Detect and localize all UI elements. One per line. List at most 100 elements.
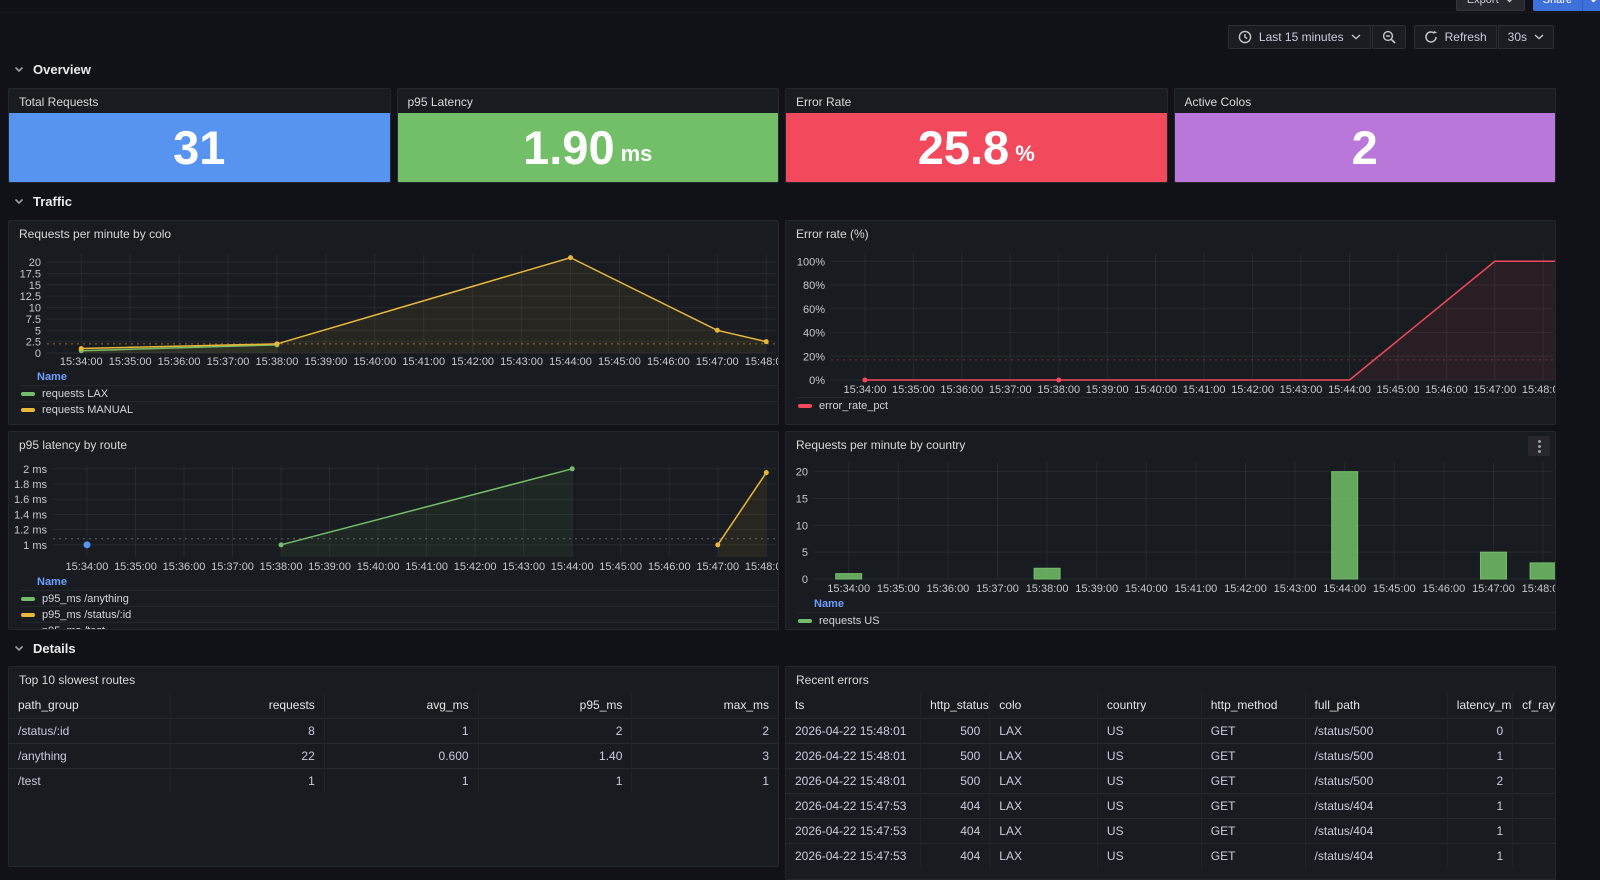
- chevron-down-icon: [1351, 34, 1361, 40]
- legend-name-header[interactable]: Name: [21, 574, 778, 590]
- legend-item[interactable]: requests LAX: [21, 385, 778, 401]
- svg-text:15:43:00: 15:43:00: [1280, 384, 1323, 396]
- column-header[interactable]: requests: [170, 693, 324, 718]
- chart-legend: error_rate_pct: [786, 397, 1555, 413]
- column-header[interactable]: p95_ms: [478, 693, 632, 718]
- column-header[interactable]: avg_ms: [324, 693, 478, 718]
- section-header-traffic[interactable]: Traffic: [14, 194, 72, 209]
- column-header[interactable]: path_group: [9, 693, 170, 718]
- legend-swatch: [798, 404, 812, 408]
- svg-text:15:48:00: 15:48:00: [745, 356, 778, 368]
- column-header[interactable]: http_status: [921, 693, 990, 718]
- error-rate-chart[interactable]: 15:34:0015:35:0015:36:0015:37:0015:38:00…: [786, 245, 1555, 397]
- section-header-details[interactable]: Details: [14, 641, 76, 656]
- svg-text:15:39:00: 15:39:00: [1086, 384, 1129, 396]
- clock-icon: [1238, 30, 1252, 44]
- svg-text:15: 15: [796, 493, 808, 505]
- table-row: /test1111: [9, 768, 778, 793]
- panel-title: p95 latency by route: [9, 432, 778, 456]
- chevron-down-icon: [1534, 34, 1544, 40]
- panel-title: Top 10 slowest routes: [9, 667, 778, 691]
- svg-text:15:45:00: 15:45:00: [599, 561, 642, 573]
- table-cell: [1513, 768, 1555, 793]
- requests-by-country-chart[interactable]: 15:34:0015:35:0015:36:0015:37:0015:38:00…: [786, 456, 1555, 596]
- share-dropdown-button[interactable]: [1582, 0, 1600, 11]
- legend-item[interactable]: requests MANUAL: [21, 401, 778, 417]
- p95-latency-chart[interactable]: 15:34:0015:35:0015:36:0015:37:0015:38:00…: [9, 456, 778, 574]
- table-cell: /test: [9, 768, 170, 793]
- legend-item[interactable]: requests US: [798, 612, 1555, 628]
- panel-title: Recent errors: [786, 667, 1555, 691]
- svg-text:15:48:00: 15:48:00: [1522, 384, 1555, 396]
- legend-item[interactable]: p95_ms /status/:id: [21, 606, 778, 622]
- svg-text:60%: 60%: [803, 304, 825, 316]
- refresh-interval-label: 30s: [1508, 30, 1527, 44]
- chart-legend: Namep95_ms /anythingp95_ms /status/:idp9…: [9, 574, 778, 630]
- panel-menu-kebab-icon[interactable]: [1528, 436, 1550, 456]
- table-cell: 2: [632, 718, 778, 743]
- column-header[interactable]: full_path: [1305, 693, 1447, 718]
- table-cell: /status/404: [1305, 793, 1447, 818]
- column-header[interactable]: cf_ray: [1513, 693, 1555, 718]
- stat-panel-active-colos: Active Colos 2: [1174, 88, 1557, 183]
- svg-text:15:46:00: 15:46:00: [647, 356, 690, 368]
- stat-panel-p95-latency: p95 Latency 1.90 ms: [397, 88, 780, 183]
- column-header[interactable]: ts: [786, 693, 921, 718]
- panel-recent-errors: Recent errors tshttp_statuscolocountryht…: [785, 666, 1556, 880]
- data-table: tshttp_statuscolocountryhttp_methodfull_…: [786, 693, 1555, 868]
- panel-error-rate: Error rate (%) 15:34:0015:35:0015:36:001…: [785, 220, 1556, 425]
- table-cell: 2026-04-22 15:48:01: [786, 768, 921, 793]
- zoom-out-time-button[interactable]: [1372, 25, 1406, 49]
- share-button[interactable]: Share: [1533, 0, 1582, 11]
- export-button[interactable]: Export: [1456, 0, 1525, 11]
- svg-text:0%: 0%: [809, 375, 825, 387]
- table-cell: 8: [170, 718, 324, 743]
- svg-text:15:41:00: 15:41:00: [402, 356, 445, 368]
- panel-requests-per-minute-by-country: Requests per minute by country 15:34:001…: [785, 431, 1556, 630]
- table-cell: GET: [1201, 718, 1305, 743]
- table-cell: 2026-04-22 15:47:53: [786, 793, 921, 818]
- table-cell: 404: [921, 793, 990, 818]
- legend-name-header[interactable]: Name: [21, 369, 778, 385]
- section-header-overview[interactable]: Overview: [14, 62, 91, 77]
- svg-text:10: 10: [796, 520, 808, 532]
- panel-title: Error rate (%): [786, 221, 1555, 245]
- svg-text:1.2 ms: 1.2 ms: [14, 525, 48, 537]
- time-range-picker[interactable]: Last 15 minutes: [1228, 25, 1371, 49]
- legend-item[interactable]: p95_ms /test: [21, 622, 778, 630]
- column-header[interactable]: max_ms: [632, 693, 778, 718]
- svg-text:15:45:00: 15:45:00: [598, 356, 641, 368]
- panel-title: Active Colos: [1175, 89, 1556, 113]
- refresh-button[interactable]: Refresh: [1414, 25, 1497, 49]
- svg-text:5: 5: [35, 325, 41, 337]
- svg-text:15:48:00: 15:48:00: [745, 561, 778, 573]
- table-cell: [1513, 793, 1555, 818]
- legend-item[interactable]: error_rate_pct: [798, 397, 1555, 413]
- column-header[interactable]: country: [1097, 693, 1201, 718]
- legend-name-header[interactable]: Name: [798, 596, 1555, 612]
- table-cell: 500: [921, 743, 990, 768]
- column-header[interactable]: colo: [990, 693, 1098, 718]
- svg-text:1.4 ms: 1.4 ms: [14, 509, 48, 521]
- stat-value-area: 2: [1175, 113, 1556, 182]
- legend-item[interactable]: p95_ms /anything: [21, 590, 778, 606]
- legend-label: requests US: [819, 615, 880, 627]
- svg-text:15:43:00: 15:43:00: [502, 561, 545, 573]
- table-cell: LAX: [990, 843, 1098, 868]
- table-cell: /status/500: [1305, 768, 1447, 793]
- svg-text:15:37:00: 15:37:00: [207, 356, 250, 368]
- svg-text:15:44:00: 15:44:00: [1323, 583, 1366, 595]
- refresh-icon: [1424, 30, 1438, 44]
- svg-text:7.5: 7.5: [26, 314, 41, 326]
- table-cell: 1: [478, 768, 632, 793]
- svg-text:1 ms: 1 ms: [23, 540, 47, 552]
- refresh-interval-picker[interactable]: 30s: [1498, 25, 1554, 49]
- requests-by-colo-chart[interactable]: 15:34:0015:35:0015:36:0015:37:0015:38:00…: [9, 245, 778, 369]
- column-header[interactable]: http_method: [1201, 693, 1305, 718]
- svg-text:15:46:00: 15:46:00: [1425, 384, 1468, 396]
- table-cell: US: [1097, 843, 1201, 868]
- column-header[interactable]: latency_ms: [1447, 693, 1512, 718]
- legend-swatch: [21, 408, 35, 412]
- legend-label: error_rate_pct: [819, 400, 888, 412]
- svg-text:15:34:00: 15:34:00: [66, 561, 109, 573]
